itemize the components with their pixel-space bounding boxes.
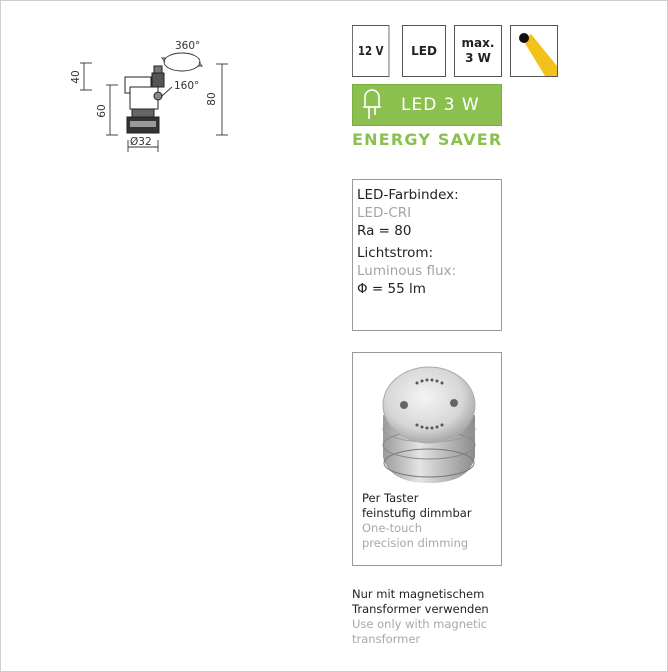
dimmer-line1-de: Per Taster <box>362 491 419 505</box>
flux-value: Φ = 55 lm <box>357 281 426 297</box>
diameter-label: Ø32 <box>130 136 152 148</box>
note-line1-en: Use only with magnetic <box>352 617 488 631</box>
technical-drawing: 360° 160° 40 60 80 Ø32 <box>70 40 228 152</box>
led-bulb-icon <box>363 89 381 119</box>
dimmer-line1-en: One-touch <box>362 521 423 535</box>
flux-label-en: Luminous flux: <box>357 263 457 279</box>
note-line2-de: Transformer verwenden <box>352 602 489 616</box>
led-text: LED <box>411 43 437 58</box>
cri-label-en: LED-CRI <box>357 205 412 221</box>
cri-value: Ra = 80 <box>357 223 412 239</box>
max-line2: 3 W <box>465 51 491 65</box>
tilt-label: 160° <box>174 80 199 92</box>
spotlight-beam-icon <box>519 33 557 76</box>
flux-label-de: Lichtstrom: <box>357 245 434 261</box>
dimmer-caption: Per Taster feinstufig dimmbar One-touch … <box>362 491 472 551</box>
dimmer-line2-de: feinstufig dimmbar <box>362 506 472 520</box>
dimmer-line2-en: precision dimming <box>362 536 469 550</box>
cri-label-de: LED-Farbindex: <box>357 187 459 203</box>
dim-40-label: 40 <box>70 70 82 83</box>
note-line2-en: transformer <box>352 632 421 646</box>
dim-60-label: 60 <box>96 104 108 117</box>
voltage-text: 12 V <box>357 43 384 58</box>
dimmer-box: Per Taster feinstufig dimmbar One-touch … <box>352 352 502 566</box>
note-line1-de: Nur mit magnetischem <box>352 587 485 601</box>
dim-80-label: 80 <box>206 92 218 105</box>
transformer-note: Nur mit magnetischem Transformer verwend… <box>352 587 489 647</box>
max-line1: max. <box>461 36 495 50</box>
max-power-badge: max. 3 W <box>454 25 502 77</box>
spotlight-badge <box>510 25 558 77</box>
light-info-box: LED-Farbindex: LED-CRI Ra = 80 Lichtstro… <box>352 179 502 331</box>
led-power-text: LED 3 W <box>401 95 480 115</box>
rotation-label: 360° <box>175 40 200 52</box>
voltage-badge: 12 V <box>352 25 390 77</box>
led-badge: LED <box>402 25 446 77</box>
led-power-banner: LED 3 W <box>352 84 502 126</box>
dimmer-knob-image <box>382 366 476 483</box>
energy-saver-label: ENERGY SAVER <box>352 130 503 149</box>
